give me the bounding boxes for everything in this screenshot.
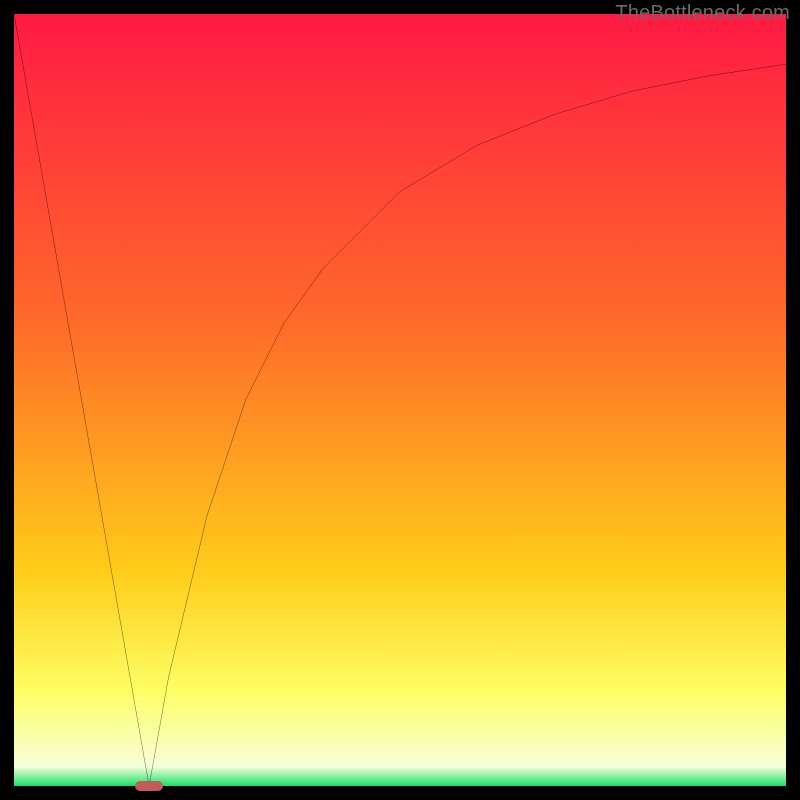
bottleneck-curve [14, 14, 786, 786]
optimum-marker [135, 781, 163, 791]
watermark-text: TheBottleneck.com [615, 2, 790, 25]
chart-frame: TheBottleneck.com [0, 0, 800, 800]
curve-path [14, 14, 786, 786]
plot-area [14, 14, 786, 786]
